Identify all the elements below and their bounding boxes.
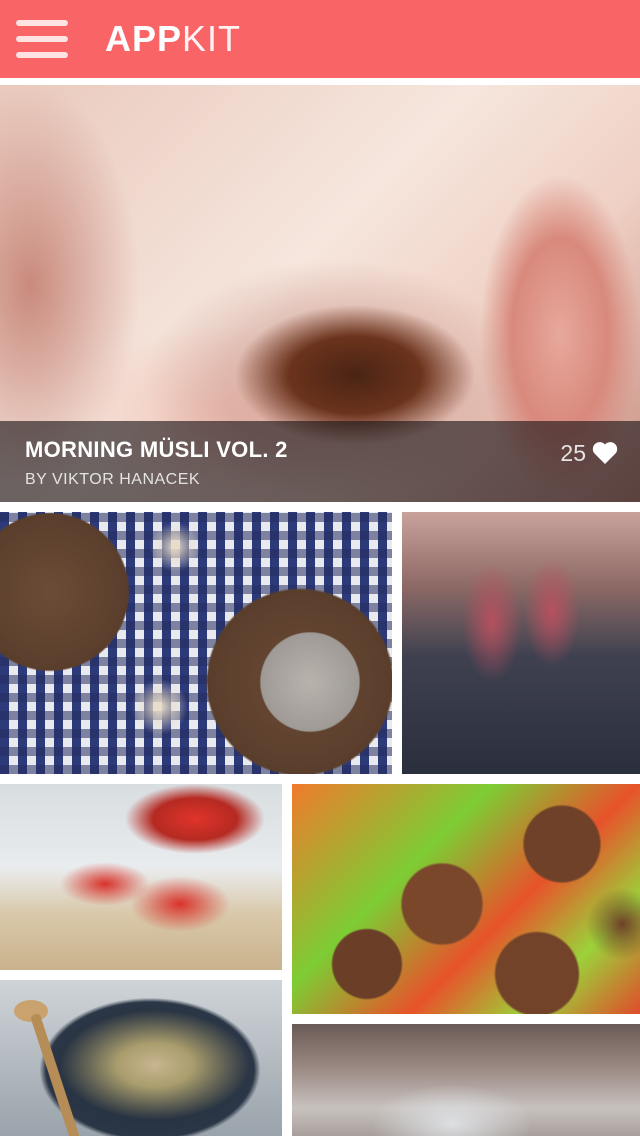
chocolate-muffins-photo[interactable] — [292, 784, 640, 1014]
featured-recipe-card[interactable]: MORNING MÜSLI VOL. 2 BY VIKTOR HANACEK 2… — [0, 85, 640, 502]
breakfast-muesli-photo[interactable] — [0, 512, 392, 774]
featured-caption: MORNING MÜSLI VOL. 2 BY VIKTOR HANACEK 2… — [0, 421, 640, 502]
heart-icon — [592, 442, 618, 464]
like-count: 25 — [560, 439, 586, 466]
top-app-bar: APPKIT — [0, 0, 640, 78]
strawberries-photo[interactable] — [0, 784, 282, 970]
app-logo: APPKIT — [105, 17, 241, 61]
hamburger-menu-icon[interactable] — [16, 20, 68, 58]
vegetable-wok-photo[interactable] — [0, 980, 282, 1136]
brand-light: KIT — [182, 18, 242, 59]
menu-line — [16, 36, 68, 42]
featured-title: MORNING MÜSLI VOL. 2 — [25, 437, 288, 462]
menu-line — [16, 52, 68, 58]
strawberries-image — [0, 784, 282, 970]
glassware-image — [292, 1024, 640, 1136]
brand-bold: APP — [105, 18, 183, 59]
breakfast-muesli-image — [0, 512, 392, 774]
red-wine-glasses-photo[interactable] — [402, 512, 640, 774]
menu-line — [16, 20, 68, 26]
chocolate-muffins-image — [292, 784, 640, 1014]
like-button[interactable]: 25 — [560, 437, 618, 469]
featured-author: BY VIKTOR HANACEK — [25, 471, 201, 488]
red-wine-glasses-image — [402, 512, 640, 774]
glassware-photo[interactable] — [292, 1024, 640, 1136]
